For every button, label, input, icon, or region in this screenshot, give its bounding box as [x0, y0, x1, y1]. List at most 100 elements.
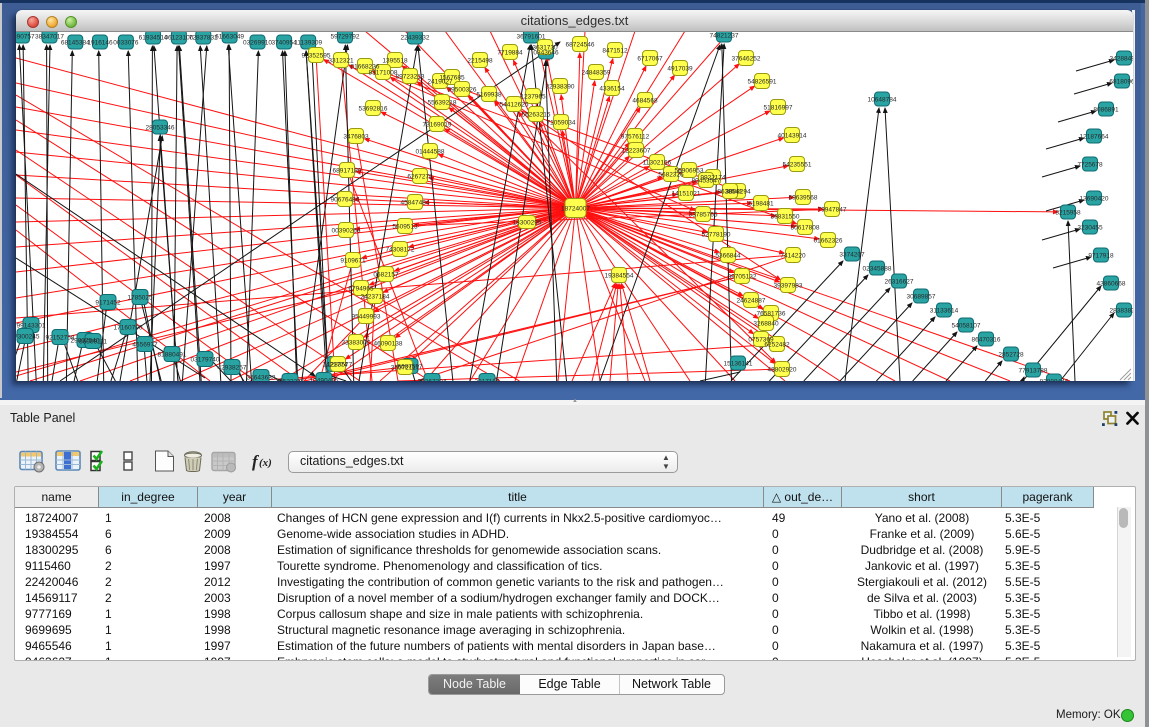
- svg-text:15136141: 15136141: [724, 361, 753, 368]
- svg-text:73169019: 73169019: [423, 122, 452, 129]
- svg-text:22439332: 22439332: [401, 35, 430, 42]
- svg-text:11283577: 11283577: [324, 362, 353, 369]
- svg-text:3390757: 3390757: [16, 34, 35, 41]
- svg-text:54058107: 54058107: [952, 323, 981, 330]
- svg-text:46090138: 46090138: [374, 341, 403, 348]
- svg-text:19384554: 19384554: [605, 273, 634, 280]
- svg-text:03179740: 03179740: [191, 357, 220, 364]
- svg-text:74308172: 74308172: [386, 247, 415, 254]
- svg-text:6818096: 6818096: [1109, 79, 1133, 86]
- svg-text:8215958: 8215958: [1055, 210, 1081, 217]
- svg-text:92352595: 92352595: [302, 53, 331, 60]
- svg-text:1395518: 1395518: [382, 58, 408, 65]
- svg-text:6198481: 6198481: [748, 201, 774, 208]
- svg-text:97576112: 97576112: [621, 134, 650, 141]
- svg-text:95449993: 95449993: [352, 314, 381, 321]
- svg-text:55639218: 55639218: [428, 100, 457, 107]
- svg-text:28383838: 28383838: [1110, 308, 1133, 315]
- svg-text:3476803: 3476803: [343, 134, 369, 141]
- svg-text:03269910: 03269910: [243, 40, 272, 47]
- svg-text:10648784: 10648784: [868, 97, 897, 104]
- svg-text:52778190: 52778190: [702, 232, 731, 239]
- svg-text:3374207: 3374207: [839, 252, 865, 259]
- svg-text:13690420: 13690420: [1080, 196, 1109, 203]
- svg-text:50617808: 50617808: [791, 225, 820, 232]
- svg-text:1916146: 1916146: [87, 40, 113, 47]
- svg-text:83171008: 83171008: [369, 70, 398, 77]
- svg-text:24848359: 24848359: [582, 70, 611, 77]
- svg-text:8638541: 8638541: [717, 189, 743, 196]
- svg-text:48802920: 48802920: [768, 367, 797, 374]
- svg-text:43860668: 43860668: [1097, 281, 1126, 288]
- svg-text:36791601: 36791601: [517, 34, 546, 41]
- svg-text:14151021: 14151021: [672, 191, 701, 198]
- svg-text:18724007: 18724007: [561, 206, 590, 213]
- svg-text:00390266: 00390266: [332, 228, 361, 235]
- svg-text:4917039: 4917039: [667, 66, 693, 73]
- svg-text:51816997: 51816997: [764, 105, 793, 112]
- svg-text:5366844: 5366844: [715, 253, 741, 260]
- svg-text:24624887: 24624887: [737, 298, 766, 305]
- svg-text:69639568: 69639568: [789, 195, 818, 202]
- svg-text:76581736: 76581736: [757, 311, 786, 318]
- svg-text:68917189: 68917189: [333, 168, 362, 175]
- svg-text:10490495: 10490495: [310, 378, 339, 382]
- svg-text:4656977: 4656977: [132, 342, 158, 349]
- svg-text:54412625: 54412625: [500, 102, 529, 109]
- svg-text:3268840: 3268840: [753, 321, 779, 328]
- svg-text:12223607: 12223607: [622, 148, 651, 155]
- svg-text:35572117: 35572117: [391, 365, 420, 372]
- svg-text:6717067: 6717067: [637, 56, 663, 63]
- svg-text:1567685: 1567685: [439, 75, 465, 82]
- svg-text:6252482: 6252482: [764, 342, 790, 349]
- svg-text:53692816: 53692816: [359, 106, 388, 113]
- svg-text:26316627: 26316627: [885, 279, 914, 286]
- svg-text:79947847: 79947847: [818, 207, 847, 214]
- svg-text:5609513: 5609513: [392, 224, 418, 231]
- svg-text:35643633: 35643633: [247, 375, 276, 382]
- svg-text:28053346: 28053346: [146, 125, 175, 132]
- svg-text:(x): (x): [259, 457, 272, 469]
- svg-text:90676486: 90676486: [331, 197, 360, 204]
- svg-text:39532275: 39532275: [276, 379, 305, 382]
- svg-text:30689857: 30689857: [907, 294, 936, 301]
- svg-text:82888446: 82888446: [1040, 379, 1069, 382]
- svg-text:33785765: 33785765: [689, 212, 718, 219]
- svg-text:9717918: 9717918: [1088, 253, 1114, 260]
- svg-text:5169938: 5169938: [476, 92, 502, 99]
- svg-text:67300245: 67300245: [16, 334, 40, 341]
- svg-text:09705132: 09705132: [728, 274, 757, 281]
- svg-text:0582157: 0582157: [373, 272, 399, 279]
- svg-text:66909111: 66909111: [79, 339, 107, 346]
- svg-text:71059034: 71059034: [547, 120, 576, 127]
- svg-text:11139309: 11139309: [294, 40, 322, 47]
- svg-text:7414220: 7414220: [780, 253, 806, 260]
- svg-text:36831550: 36831550: [771, 214, 800, 221]
- svg-text:33383000: 33383000: [342, 340, 371, 347]
- svg-text:2215498: 2215498: [467, 58, 493, 65]
- svg-text:89723213: 89723213: [396, 74, 425, 81]
- svg-text:3631730: 3631730: [532, 45, 558, 52]
- svg-text:82938390: 82938390: [546, 84, 575, 91]
- svg-text:3230455: 3230455: [1077, 225, 1103, 232]
- svg-text:68724546: 68724546: [566, 42, 595, 49]
- svg-text:8471512: 8471512: [602, 48, 628, 55]
- svg-text:54235551: 54235551: [783, 162, 812, 169]
- svg-text:24237184: 24237184: [361, 294, 390, 301]
- svg-text:39500326: 39500326: [448, 87, 477, 94]
- svg-text:81880491: 81880491: [158, 352, 187, 359]
- svg-text:37646252: 37646252: [732, 56, 761, 63]
- svg-text:4336154: 4336154: [599, 86, 625, 93]
- svg-text:56906953: 56906953: [675, 168, 704, 175]
- svg-text:9109671: 9109671: [340, 258, 366, 265]
- svg-text:90267304: 90267304: [418, 379, 447, 382]
- svg-text:34288497: 34288497: [1110, 56, 1133, 63]
- svg-text:59729792: 59729792: [331, 34, 360, 41]
- svg-text:56263215: 56263215: [522, 112, 551, 119]
- svg-text:1237965: 1237965: [520, 94, 546, 101]
- svg-text:12187664: 12187664: [1080, 134, 1109, 141]
- svg-text:0033076: 0033076: [113, 40, 139, 47]
- svg-text:17160790: 17160790: [114, 325, 143, 332]
- svg-text:86470316: 86470316: [972, 337, 1001, 344]
- svg-text:72837832: 72837832: [189, 35, 218, 42]
